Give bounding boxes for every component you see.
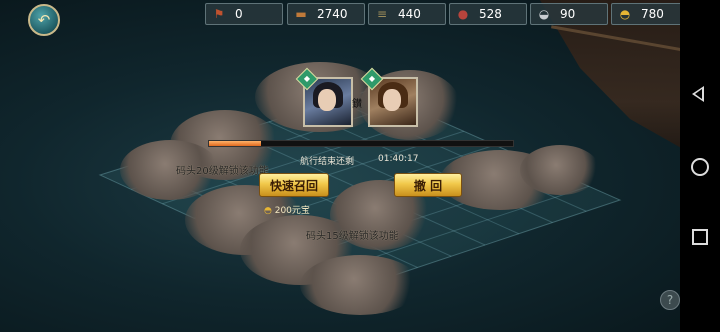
return-arrow-icon: ↶ xyxy=(37,11,51,29)
ore-icon: ● xyxy=(457,7,469,21)
hidden-char: 鑚 xyxy=(352,99,362,110)
resource-value: 90 xyxy=(560,7,576,21)
nav-home-icon[interactable] xyxy=(691,158,709,176)
hero-face xyxy=(318,89,336,111)
voyage-progress-bar xyxy=(208,140,514,147)
silver-icon: ◒ xyxy=(538,7,550,21)
resource-silver: ◒ 90 xyxy=(530,3,608,25)
cost-value: 200元宝 xyxy=(274,206,310,216)
recall-button[interactable]: 撤 回 xyxy=(394,173,462,197)
quick-recall-cost: ◓ 200元宝 xyxy=(264,203,310,216)
system-nav-bar xyxy=(680,0,720,332)
resource-food: ⚑ 0 xyxy=(205,3,283,25)
resource-value: 528 xyxy=(479,7,502,21)
gold-ingot-icon: ◓ xyxy=(619,7,631,21)
nav-recent-apps-icon[interactable] xyxy=(692,229,708,245)
sea-background xyxy=(0,0,720,332)
voyage-status-label: 航行结束还剩 xyxy=(300,157,355,167)
resource-gold: ◓ 780 xyxy=(611,3,689,25)
quick-recall-button[interactable]: 快速召回 xyxy=(259,173,329,197)
resource-value: 2740 xyxy=(317,7,348,21)
help-button[interactable]: ? xyxy=(660,290,680,310)
hero-portrait-1[interactable]: ◆ xyxy=(295,67,353,127)
hero-portrait-2[interactable]: ◆ xyxy=(360,67,418,127)
gold-ingot-icon: ◓ xyxy=(264,206,272,216)
resource-value: 440 xyxy=(398,7,421,21)
voyage-remaining-time: 01:40:17 xyxy=(378,154,419,164)
hero-face xyxy=(383,89,401,111)
resource-value: 780 xyxy=(641,7,664,21)
resource-ore: ● 528 xyxy=(449,3,527,25)
back-button[interactable]: ↶ xyxy=(28,4,60,36)
unlock-note-dock15: 码头15级解锁该功能 xyxy=(306,231,399,242)
resource-wagon: ▬ 2740 xyxy=(287,3,365,25)
voyage-progress-fill xyxy=(209,141,261,146)
fog-cloud xyxy=(520,145,600,195)
resource-value: 0 xyxy=(235,7,243,21)
food-icon: ⚑ xyxy=(213,7,225,21)
fog-cloud xyxy=(300,255,420,315)
resource-timber: ≡ 440 xyxy=(368,3,446,25)
timber-icon: ≡ xyxy=(376,7,388,21)
nav-back-icon[interactable] xyxy=(692,86,704,102)
wagon-icon: ▬ xyxy=(295,7,307,21)
unlock-note-dock20: 码头20级解锁该功能 xyxy=(176,166,269,177)
